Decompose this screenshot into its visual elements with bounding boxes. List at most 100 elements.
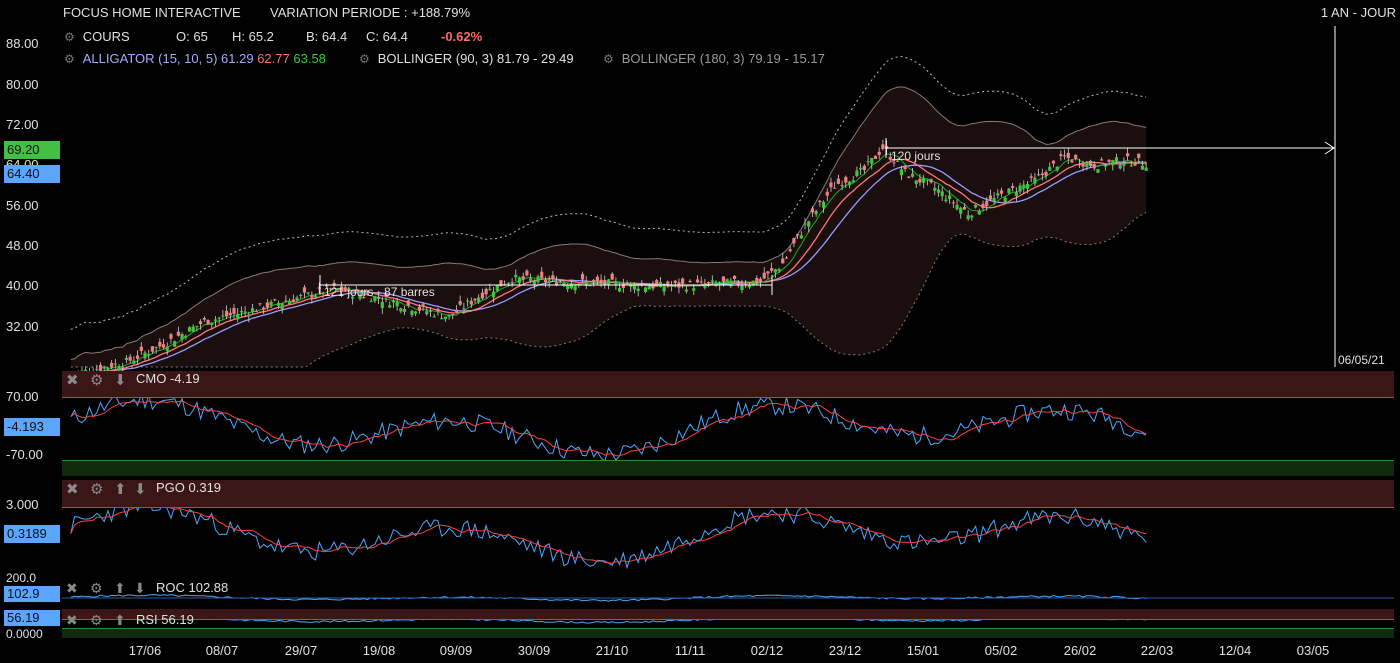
low-value: B: 64.4: [306, 29, 348, 44]
candle-body: [770, 268, 774, 271]
candle-body: [970, 215, 974, 218]
close-icon[interactable]: ✖: [66, 580, 78, 597]
candle-body: [833, 187, 837, 189]
candle-body: [647, 286, 651, 290]
candle-body: [510, 282, 514, 284]
candle-body: [491, 291, 496, 298]
candle-body: [113, 363, 117, 365]
high-value: H: 65.2: [232, 29, 274, 44]
candle-body: [992, 198, 996, 202]
roc-panel-bar: ✖ ⚙ ⬆ ⬇ ROC 102.88: [62, 580, 1394, 598]
candle-body: [299, 294, 303, 296]
candle-body: [165, 346, 169, 351]
candle-body: [1011, 186, 1015, 189]
alligator-value-1: 61.29: [221, 51, 254, 66]
date-tick-label: 23/12: [828, 643, 862, 658]
candle-body: [948, 195, 952, 200]
candle-body: [224, 310, 229, 317]
candle-body: [877, 151, 881, 156]
candle-body: [195, 325, 199, 327]
candle-body: [117, 366, 121, 371]
candle-body: [1122, 162, 1126, 166]
candle-body: [592, 279, 596, 282]
pgo-label: PGO 0.319: [156, 480, 222, 495]
arrow-up-icon[interactable]: ⬆: [114, 480, 127, 498]
candle-body: [276, 302, 281, 306]
gear-icon[interactable]: ⚙: [90, 480, 103, 498]
gear-icon[interactable]: ⚙: [90, 580, 103, 597]
candle-body: [232, 307, 236, 314]
close-icon[interactable]: ✖: [66, 480, 79, 498]
arrow-up-icon[interactable]: ⬆: [114, 580, 126, 597]
arrow-down-icon[interactable]: ⬇: [134, 580, 146, 597]
gear-icon[interactable]: ⚙: [359, 52, 370, 66]
candle-body: [688, 280, 692, 282]
candle-body: [302, 287, 307, 293]
candle-body: [1014, 192, 1018, 196]
gear-icon[interactable]: ⚙: [64, 30, 75, 44]
candle-body: [425, 311, 429, 315]
candle-body: [558, 281, 562, 283]
gear-icon[interactable]: ⚙: [90, 371, 103, 389]
candle-body: [762, 272, 766, 279]
candle-body: [996, 193, 1000, 196]
candle-body: [143, 352, 147, 359]
candle-body: [1059, 154, 1063, 157]
candle-body: [1003, 197, 1007, 203]
candle-body: [773, 269, 777, 273]
candle-body: [595, 276, 599, 282]
candle-body: [250, 308, 255, 313]
candle-body: [169, 334, 173, 339]
candle-body: [158, 341, 162, 347]
candle-body: [199, 321, 203, 325]
candle-body: [1096, 169, 1100, 173]
arrow-down-icon[interactable]: ⬇: [114, 371, 127, 389]
gear-icon[interactable]: ⚙: [603, 52, 614, 66]
alligator-row: ⚙ ALLIGATOR (15, 10, 5) 61.29 62.77 63.58: [64, 51, 326, 66]
rsi-bottom-label: 0.0000: [6, 627, 43, 641]
candle-body: [469, 300, 473, 305]
candle-body: [454, 309, 459, 313]
period-selector[interactable]: 1 AN - JOUR: [1321, 5, 1396, 20]
pgo-panel-bar: ✖ ⚙ ⬆ ⬇ PGO 0.319: [62, 480, 1394, 508]
close-icon[interactable]: ✖: [66, 371, 79, 389]
candle-body: [914, 180, 918, 184]
candle-body: [402, 308, 407, 312]
alligator-label: ALLIGATOR (15, 10, 5): [82, 51, 218, 66]
candle-body: [273, 299, 277, 301]
arrow-down-icon[interactable]: ⬇: [134, 480, 147, 498]
gear-icon[interactable]: ⚙: [90, 612, 103, 629]
candle-body: [291, 299, 295, 303]
candle-body: [447, 314, 451, 317]
candle-body: [161, 344, 166, 348]
cours-row: ⚙ COURS: [64, 29, 130, 44]
candle-body: [977, 210, 981, 215]
candle-body: [124, 357, 129, 360]
candle-body: [139, 346, 143, 352]
candle-body: [187, 327, 192, 332]
candle-body: [202, 317, 206, 320]
candle-body: [95, 368, 99, 370]
arrow-up-icon[interactable]: ⬆: [114, 612, 126, 629]
candle-body: [465, 300, 470, 302]
candle-body: [1077, 164, 1081, 166]
gear-icon[interactable]: ⚙: [64, 52, 75, 66]
candle-body: [910, 173, 915, 177]
candle-body: [150, 346, 155, 352]
date-tick-label: 08/07: [205, 643, 239, 658]
close-icon[interactable]: ✖: [66, 612, 78, 629]
candle-body: [799, 235, 803, 239]
candle-body: [1114, 157, 1119, 162]
rsi-oversold-zone: [62, 628, 1394, 638]
candle-body: [707, 282, 711, 284]
candle-body: [684, 289, 688, 292]
candle-body: [777, 269, 781, 271]
cmo-tag: -4.193: [4, 418, 60, 436]
candle-body: [669, 285, 674, 287]
candle-body: [870, 158, 874, 164]
cmo-panel-bar: ✖ ⚙ ⬇ CMO -4.19: [62, 371, 1394, 398]
date-tick-label: 29/07: [284, 643, 318, 658]
pgo-signal-line: [70, 502, 1147, 564]
candle-body: [1044, 171, 1048, 176]
candle-body: [536, 276, 540, 283]
